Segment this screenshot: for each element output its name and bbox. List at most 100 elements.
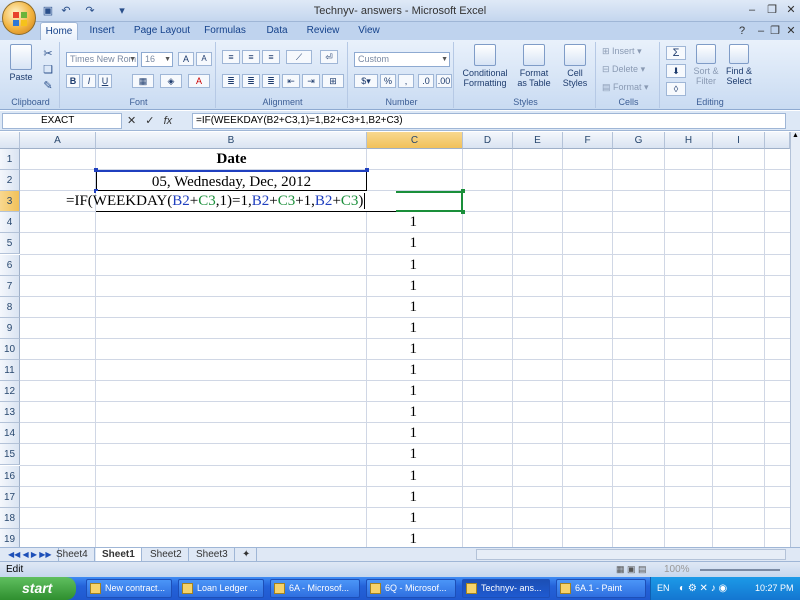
underline-button[interactable]: U <box>98 74 112 88</box>
range-handle[interactable] <box>461 189 465 193</box>
vertical-scrollbar[interactable]: ▲ <box>790 132 800 547</box>
cell-c4[interactable]: 1 <box>367 212 418 233</box>
fill-icon[interactable]: ⬇ <box>666 64 686 78</box>
align-middle-icon[interactable]: ≡ <box>242 50 260 64</box>
insert-cells-button[interactable]: ⊞ Insert ▾ <box>602 46 656 56</box>
font-size-combo[interactable]: 16 ▼ <box>141 52 173 67</box>
cell-styles-button[interactable]: Cell Styles <box>558 44 592 88</box>
col-header-d[interactable]: D <box>463 132 513 149</box>
borders-button[interactable]: ▦ <box>132 74 154 88</box>
horizontal-scrollbar[interactable] <box>476 549 786 560</box>
clear-icon[interactable]: ◊ <box>666 82 686 96</box>
enter-icon[interactable]: ✓ <box>145 115 154 127</box>
sheet-tab-4[interactable]: Sheet4 <box>50 548 95 561</box>
tray-icons[interactable]: ◐ ⚙ ✕ ♪ ◉ <box>679 577 727 600</box>
wrap-text-icon[interactable]: ⏎ <box>320 50 338 64</box>
row-header-16[interactable]: 16 <box>0 465 20 487</box>
cell-c7[interactable]: 1 <box>367 276 418 297</box>
ribbon-minimize-icon[interactable]: – <box>754 24 768 38</box>
align-top-icon[interactable]: ≡ <box>222 50 240 64</box>
cell-c9[interactable]: 1 <box>367 318 418 339</box>
col-header-f[interactable]: F <box>563 132 613 149</box>
row-header-1[interactable]: 1 <box>0 149 20 170</box>
task-button-1[interactable]: Loan Ledger ... <box>178 579 264 598</box>
cancel-icon[interactable]: ✕ <box>127 115 136 127</box>
task-button-3[interactable]: 6Q - Microsof... <box>366 579 456 598</box>
font-name-combo[interactable]: Times New Rom ▼ <box>66 52 138 67</box>
language-indicator[interactable]: EN <box>657 577 670 600</box>
zoom-level[interactable]: 100% <box>664 562 690 577</box>
tab-view[interactable]: View <box>352 22 386 40</box>
conditional-formatting-button[interactable]: Conditional Formatting <box>460 44 510 88</box>
office-button[interactable] <box>2 1 36 35</box>
row-header-5[interactable]: 5 <box>0 233 20 255</box>
cell-c14[interactable]: 1 <box>367 423 418 444</box>
decrease-decimal-icon[interactable]: .00 <box>436 74 452 88</box>
row-header-2[interactable]: 2 <box>0 170 20 192</box>
merge-center-icon[interactable]: ⊞ <box>322 74 344 88</box>
font-color-button[interactable]: A <box>188 74 210 88</box>
insert-function-button[interactable]: fx <box>164 115 173 127</box>
col-header-e[interactable]: E <box>513 132 563 149</box>
sheet-tab-1[interactable]: Sheet1 <box>96 548 142 561</box>
row-header-3[interactable]: 3 <box>0 191 20 213</box>
italic-button[interactable]: I <box>82 74 96 88</box>
sort-filter-button[interactable]: Sort & Filter <box>690 44 722 86</box>
col-header-b[interactable]: B <box>96 132 367 149</box>
cell-c16[interactable]: 1 <box>367 466 418 487</box>
cell-c10[interactable]: 1 <box>367 339 418 360</box>
cell-c15[interactable]: 1 <box>367 444 418 465</box>
tab-page-layout[interactable]: Page Layout <box>130 22 194 40</box>
align-center-icon[interactable]: ≣ <box>242 74 260 88</box>
increase-decimal-icon[interactable]: .0 <box>418 74 434 88</box>
insert-sheet-icon[interactable]: ✦ <box>236 548 258 561</box>
align-right-icon[interactable]: ≣ <box>262 74 280 88</box>
task-button-0[interactable]: New contract... <box>86 579 172 598</box>
row-header-19[interactable]: 19 <box>0 528 20 547</box>
tab-insert[interactable]: Insert <box>84 22 120 40</box>
align-left-icon[interactable]: ≣ <box>222 74 240 88</box>
align-bottom-icon[interactable]: ≡ <box>262 50 280 64</box>
cell-c5[interactable]: 1 <box>367 233 418 254</box>
col-header-h[interactable]: H <box>665 132 713 149</box>
col-header-g[interactable]: G <box>613 132 665 149</box>
row-header-8[interactable]: 8 <box>0 296 20 318</box>
cell-c17[interactable]: 1 <box>367 487 418 508</box>
tab-data[interactable]: Data <box>260 22 294 40</box>
range-handle[interactable] <box>461 210 465 214</box>
save-icon[interactable]: ▣ <box>40 3 56 19</box>
col-header-i[interactable]: I <box>713 132 765 149</box>
tab-review[interactable]: Review <box>302 22 344 40</box>
start-button[interactable]: start <box>0 577 76 600</box>
redo-icon[interactable]: ↷ <box>82 3 98 19</box>
shrink-font-button[interactable]: A <box>196 52 212 66</box>
currency-button[interactable]: $▾ <box>354 74 378 88</box>
row-header-4[interactable]: 4 <box>0 212 20 234</box>
autosum-button[interactable]: Σ <box>666 46 686 60</box>
qat-dropdown-icon[interactable]: ▾ <box>114 3 130 19</box>
paste-button[interactable]: Paste <box>6 44 36 82</box>
task-button-2[interactable]: 6A - Microsof... <box>270 579 360 598</box>
range-handle[interactable] <box>365 168 369 172</box>
orientation-icon[interactable]: ⟋ <box>286 50 312 64</box>
bold-button[interactable]: B <box>66 74 80 88</box>
format-as-table-button[interactable]: Format as Table <box>514 44 554 88</box>
row-header-17[interactable]: 17 <box>0 486 20 508</box>
percent-button[interactable]: % <box>380 74 396 88</box>
row-header-10[interactable]: 10 <box>0 338 20 360</box>
cell-c6[interactable]: 1 <box>367 255 418 276</box>
name-box[interactable]: EXACT <box>2 113 122 129</box>
zoom-slider[interactable] <box>700 569 780 571</box>
row-header-14[interactable]: 14 <box>0 423 20 445</box>
cell-c12[interactable]: 1 <box>367 381 418 402</box>
cut-icon[interactable]: ✂ <box>40 46 56 62</box>
row-header-13[interactable]: 13 <box>0 402 20 424</box>
spreadsheet-grid[interactable]: A B C D E F G H I 1 2 3 4 5 6 7 8 9 10 11 12 13 14 15 1… <box>0 132 790 547</box>
tab-formulas[interactable]: Formulas <box>200 22 250 40</box>
cell-c8[interactable]: 1 <box>367 297 418 318</box>
comma-button[interactable]: , <box>398 74 414 88</box>
col-header-c[interactable]: C <box>367 132 463 149</box>
range-handle[interactable] <box>94 168 98 172</box>
task-button-5[interactable]: 6A.1 - Paint <box>556 579 646 598</box>
format-cells-button[interactable]: ▤ Format ▾ <box>602 82 656 92</box>
